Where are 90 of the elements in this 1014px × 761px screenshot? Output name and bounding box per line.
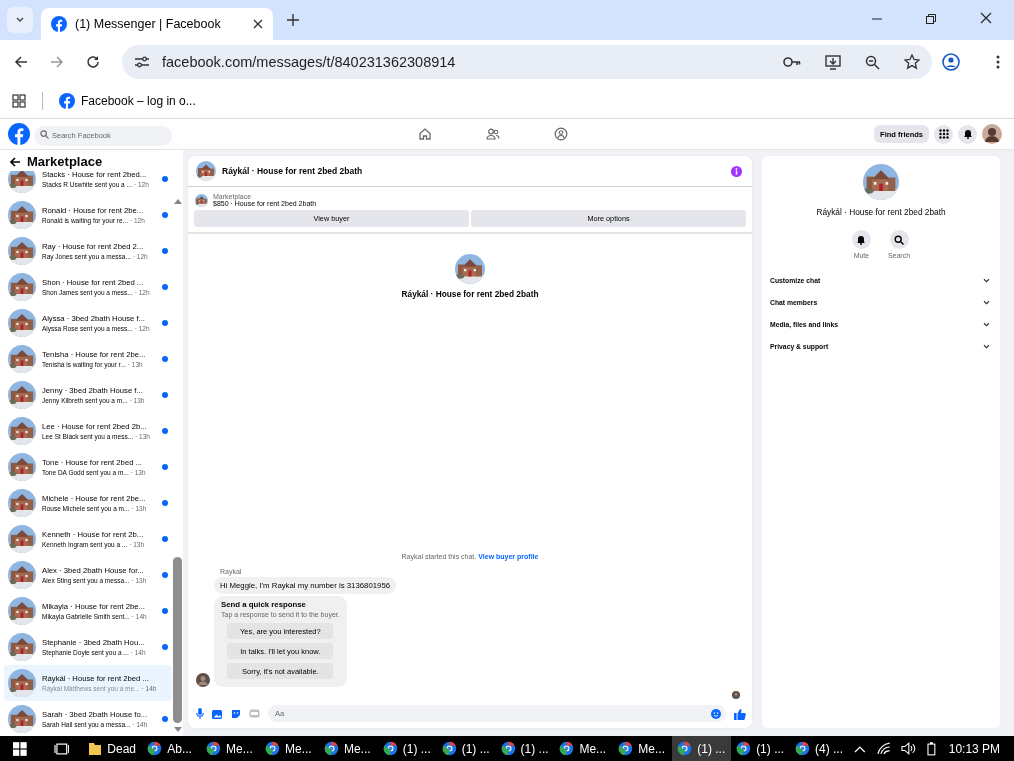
speaker-icon[interactable] [901, 742, 917, 755]
avatar-icon[interactable] [982, 124, 1002, 144]
action-circle-button[interactable] [889, 230, 909, 249]
groups-icon[interactable] [554, 127, 568, 141]
star-icon[interactable] [904, 54, 920, 70]
scrollbar-thumb[interactable] [173, 556, 183, 723]
browser-tab[interactable]: (1) Messenger | Facebook [41, 8, 273, 40]
address-bar[interactable]: facebook.com/messages/t/840231362308914 [122, 45, 932, 79]
menu-icon[interactable] [996, 55, 1000, 69]
grid-icon [938, 129, 949, 139]
taskbar-button[interactable]: (4) ... [790, 736, 849, 761]
back-icon[interactable] [14, 55, 28, 69]
bell-icon [856, 234, 867, 245]
scroll-down-icon[interactable] [173, 727, 182, 732]
browser-icon [795, 741, 810, 756]
facebook-logo-icon[interactable] [8, 123, 30, 145]
taskbar-button[interactable]: (1) ... [731, 736, 790, 761]
friends-icon[interactable] [486, 127, 500, 141]
restore-icon[interactable] [926, 14, 936, 24]
chevron-down-icon [983, 321, 990, 327]
add-tab-icon[interactable] [287, 14, 299, 26]
browser-icon [441, 741, 457, 756]
sticker-icon[interactable] [231, 708, 241, 719]
task-view-icon[interactable] [53, 741, 70, 756]
taskbar-button[interactable]: (1) ... [672, 736, 732, 761]
browser-icon [618, 741, 634, 756]
key-icon[interactable] [783, 56, 801, 68]
taskbar-button[interactable]: (1) ... [436, 736, 496, 761]
site-settings-icon[interactable] [134, 55, 150, 69]
thumbs-up-icon[interactable] [734, 707, 746, 720]
notifications-button[interactable] [958, 124, 977, 144]
taskbar-button[interactable]: Dead [83, 736, 143, 761]
info-icon[interactable] [731, 165, 742, 177]
windows-start-icon[interactable] [13, 741, 27, 756]
taskbar-button[interactable]: (1) ... [495, 736, 555, 761]
taskbar-button[interactable]: Me... [260, 736, 319, 761]
browser-icon [382, 741, 398, 756]
reload-icon[interactable] [86, 55, 100, 69]
bell-icon [962, 129, 973, 139]
browser-icon [677, 741, 693, 756]
tab-title: (1) Messenger | Facebook [75, 17, 222, 31]
action-circle-button[interactable] [851, 230, 871, 249]
browser-icon [559, 741, 575, 756]
menu-button[interactable] [934, 124, 953, 144]
browser-icon [736, 741, 752, 756]
battery-icon[interactable] [926, 741, 936, 756]
url-text: facebook.com/messages/t/840231362308914 [162, 54, 456, 70]
taskbar-button[interactable]: Me... [318, 736, 378, 761]
forward-icon[interactable] [50, 55, 64, 69]
chevron-down-icon [983, 299, 990, 305]
microphone-icon[interactable] [196, 708, 204, 719]
close-icon[interactable] [980, 12, 992, 24]
emoji-icon[interactable] [711, 708, 721, 719]
seen-avatar-icon [732, 691, 740, 699]
browser-icon [323, 741, 339, 756]
chat-title: Ráykál · House for rent 2bed 2bath [222, 166, 363, 176]
browser-icon [265, 741, 280, 756]
taskbar-button[interactable]: Ab... [142, 736, 202, 761]
search-icon [40, 129, 49, 139]
tray-chevron-icon[interactable] [853, 744, 866, 753]
close-icon[interactable] [253, 19, 263, 29]
back-arrow-icon[interactable] [10, 156, 21, 167]
browser-icon [147, 741, 163, 756]
taskbar-button[interactable]: Me... [554, 736, 614, 761]
home-icon[interactable] [418, 127, 432, 141]
clock[interactable]: 10:13 PM [948, 741, 1001, 756]
wifi-icon[interactable] [875, 742, 892, 755]
scroll-up-icon[interactable] [173, 199, 182, 204]
browser-icon [500, 741, 516, 756]
facebook-logo-icon [51, 16, 67, 32]
photo-icon[interactable] [212, 708, 223, 719]
sidebar-title: Marketplace [27, 154, 103, 169]
sender-avatar-icon [196, 673, 210, 687]
chevron-down-icon [983, 277, 990, 283]
bookmark-label: Facebook – log in o... [81, 94, 196, 108]
apps-grid-icon[interactable] [12, 94, 26, 108]
profile-icon[interactable] [942, 53, 960, 71]
details-title: Ráykál · House for rent 2bed 2bath [816, 207, 946, 217]
facebook-logo-icon [59, 93, 75, 109]
taskbar-button[interactable]: (1) ... [377, 736, 437, 761]
zoom-out-icon[interactable] [865, 54, 880, 70]
browser-icon [206, 741, 222, 756]
chevron-down-icon [983, 343, 990, 349]
folder-icon [88, 741, 103, 756]
taskbar-button[interactable]: Me... [613, 736, 673, 761]
bookmark[interactable]: Facebook – log in o... [59, 93, 196, 109]
install-icon[interactable] [825, 54, 841, 70]
search-icon [894, 234, 904, 245]
chat-intro-title: Ráykál · House for rent 2bed 2bath [401, 289, 539, 299]
taskbar-button[interactable]: Me... [201, 736, 260, 761]
